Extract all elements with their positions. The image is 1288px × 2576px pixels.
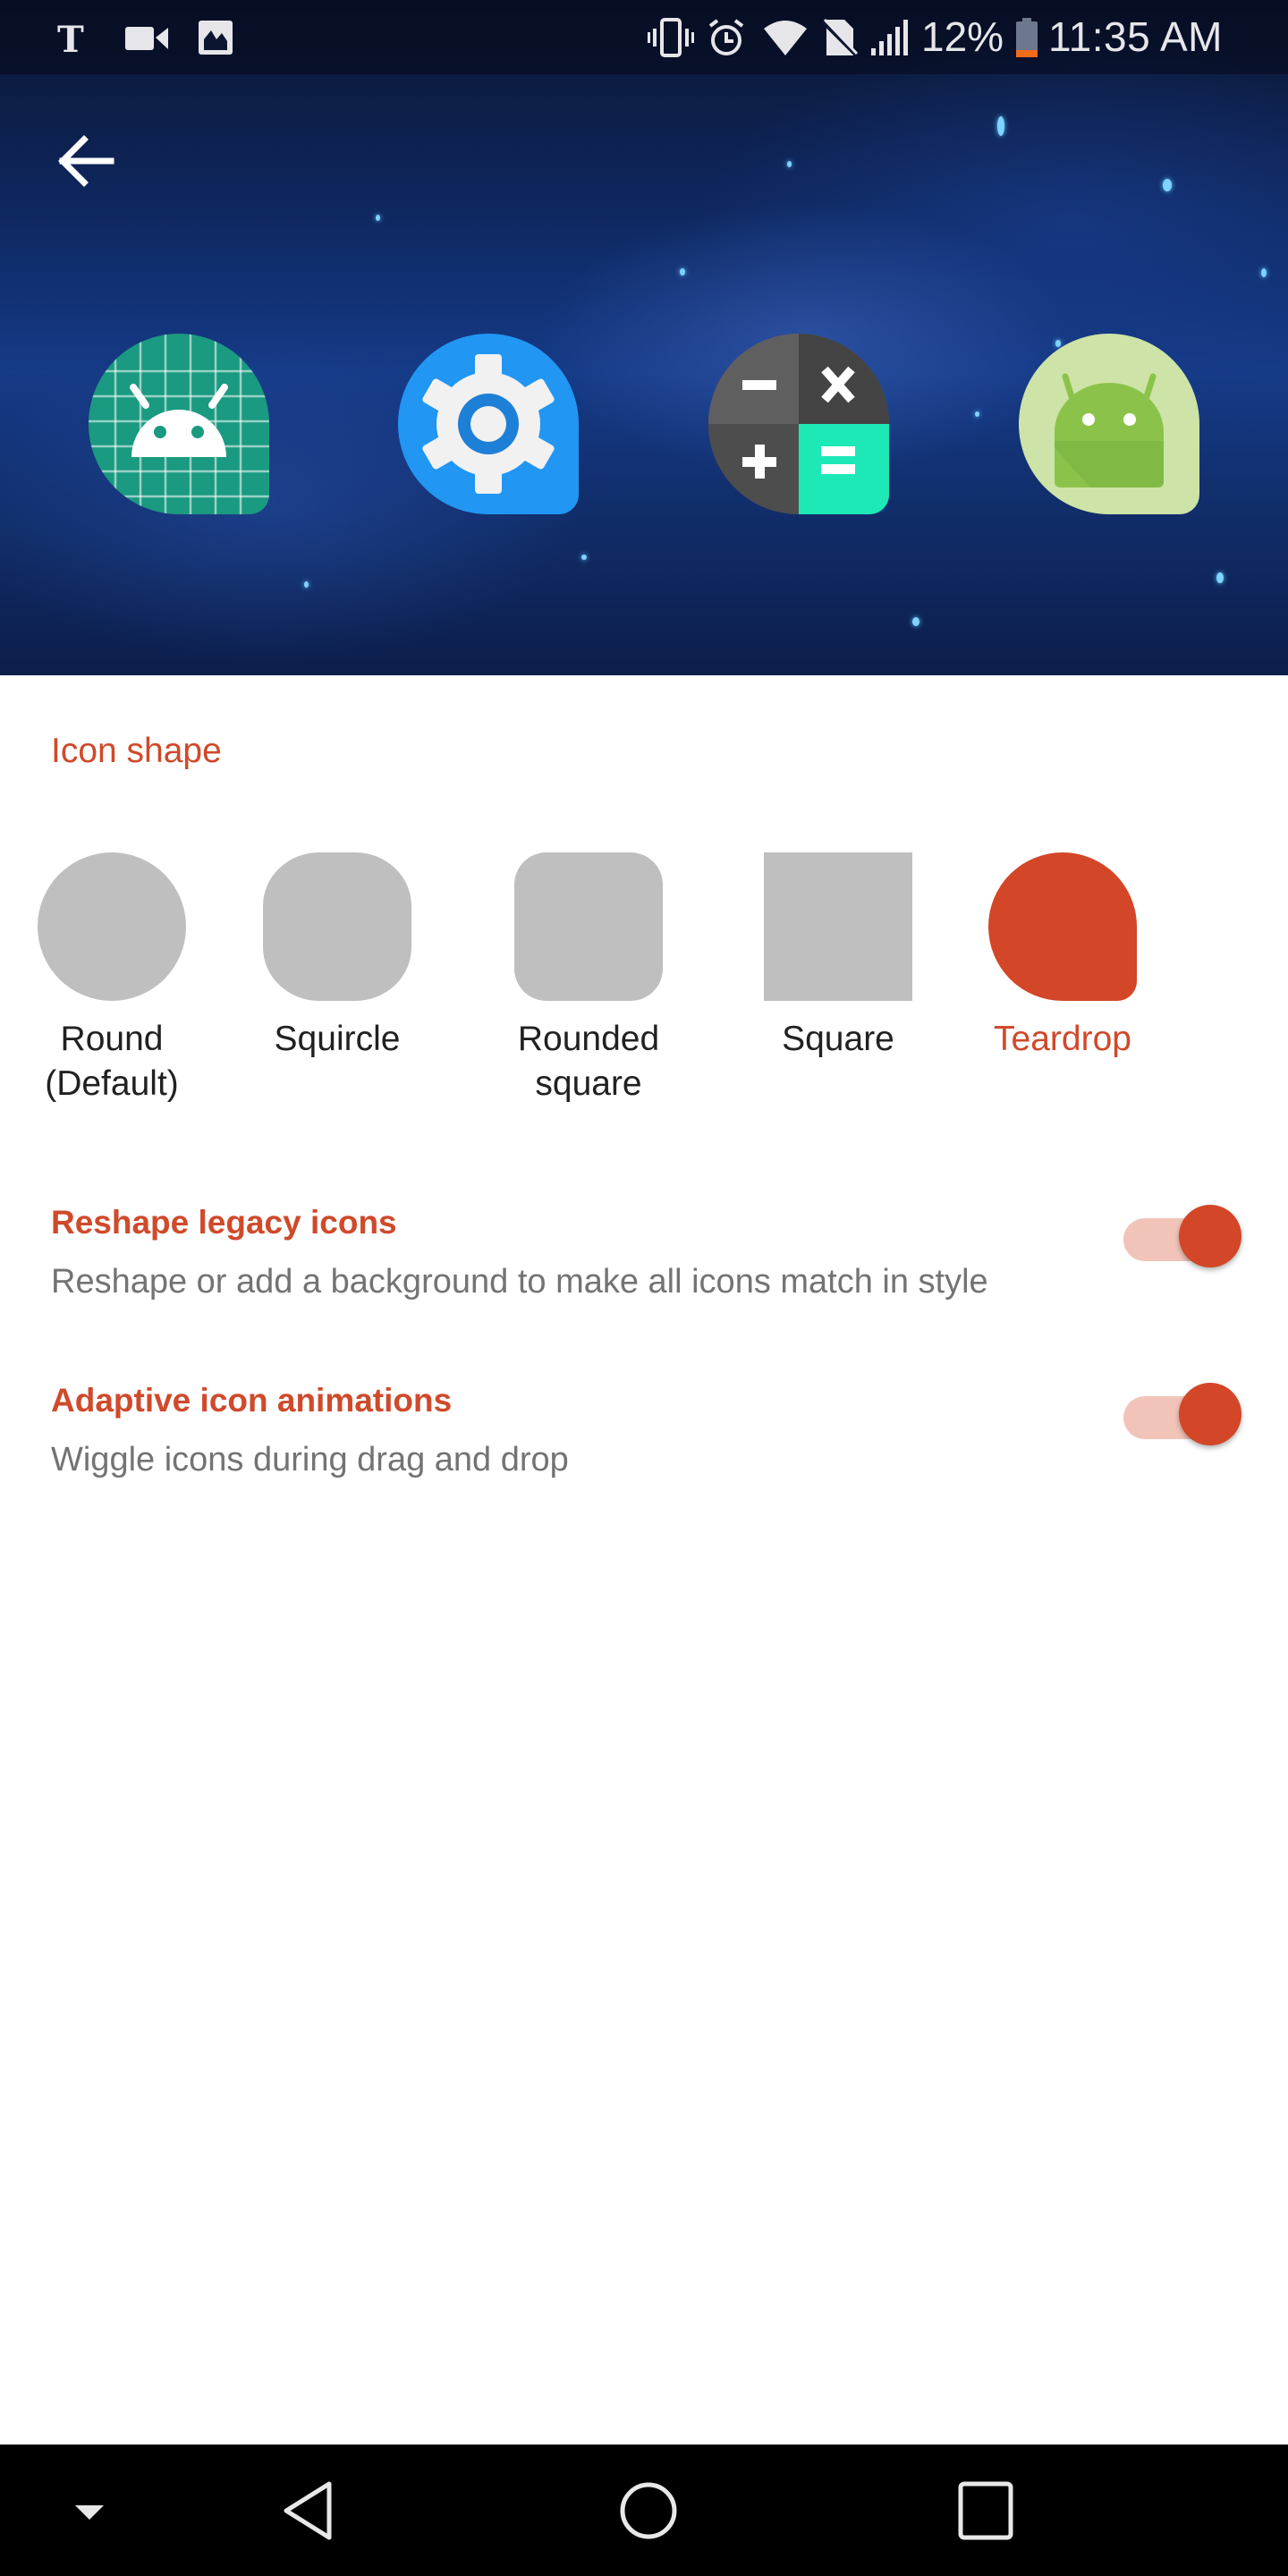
shape-option-square[interactable]: Square — [731, 852, 945, 1139]
setting-title: Adaptive icon animations — [51, 1382, 453, 1419]
back-button[interactable] — [55, 134, 118, 188]
shape-label: Square — [731, 1017, 945, 1062]
arrow-left-icon — [58, 135, 114, 187]
vibrate-icon — [648, 18, 694, 57]
shape-label-line1: Square — [782, 1020, 894, 1058]
status-bar: T 12% 11:35 AM — [0, 0, 1288, 74]
no-sim-icon — [821, 18, 859, 57]
image-icon — [199, 21, 233, 55]
shape-label: Round (Default) — [4, 1017, 219, 1106]
reshape-legacy-icons-toggle[interactable] — [1123, 1202, 1241, 1267]
star-decoration — [376, 215, 380, 221]
setting-reshape-legacy-icons[interactable]: Reshape legacy icons Reshape or add a ba… — [0, 1204, 1288, 1365]
square-shape-icon — [764, 852, 912, 1001]
nav-home-button[interactable] — [613, 2479, 684, 2543]
hide-nav-button[interactable] — [54, 2479, 125, 2543]
setting-subtitle: Wiggle icons during drag and drop — [51, 1441, 569, 1479]
shape-label: Teardrop — [955, 1017, 1170, 1062]
preview-icon-settings — [398, 334, 579, 514]
video-camera-icon — [125, 27, 168, 50]
rounded-square-shape-icon — [514, 852, 663, 1001]
navigation-bar — [0, 2445, 1288, 2576]
wifi-icon — [764, 21, 807, 55]
star-decoration — [912, 617, 919, 626]
star-decoration — [1261, 268, 1267, 277]
shape-label-line2: square — [535, 1064, 642, 1103]
preview-icon-android — [1019, 334, 1199, 514]
shape-label-line1: Teardrop — [994, 1020, 1131, 1058]
shape-label: Squircle — [230, 1017, 445, 1062]
nav-back-button[interactable] — [275, 2479, 347, 2543]
shape-label-line1: Squircle — [274, 1020, 401, 1058]
nav-recents-button[interactable] — [950, 2479, 1021, 2543]
teardrop-shape-icon — [988, 852, 1137, 1001]
nytimes-icon: T — [57, 19, 84, 57]
recents-square-icon — [958, 2481, 1013, 2540]
home-circle-icon — [620, 2482, 677, 2539]
shape-option-round[interactable]: Round (Default) — [4, 852, 219, 1139]
setting-title: Reshape legacy icons — [51, 1204, 397, 1241]
setting-subtitle: Reshape or add a background to make all … — [51, 1263, 988, 1301]
clock: 11:35 AM — [1048, 13, 1223, 60]
star-decoration — [787, 161, 792, 167]
shape-label: Rounded square — [481, 1017, 696, 1106]
preview-icon-calculator — [708, 334, 889, 514]
signal-icon — [871, 20, 908, 55]
svg-text:T: T — [57, 19, 84, 57]
preview-icon-android-dev — [89, 334, 269, 514]
shape-option-teardrop[interactable]: Teardrop — [955, 852, 1170, 1139]
android-robot-icon — [1055, 373, 1164, 487]
shape-label-line1: Round — [60, 1020, 164, 1058]
round-shape-icon — [38, 852, 186, 1001]
squircle-shape-icon — [263, 852, 411, 1001]
icon-shape-heading: Icon shape — [51, 732, 222, 770]
battery-percentage: 12% — [921, 13, 1004, 60]
star-decoration — [1055, 340, 1061, 347]
hide-nav-icon — [75, 2505, 104, 2520]
toggle-thumb — [1179, 1205, 1241, 1267]
gear-icon — [422, 354, 555, 494]
back-triangle-icon — [284, 2481, 332, 2540]
shape-label-line1: Rounded — [517, 1020, 660, 1058]
star-decoration — [680, 268, 685, 275]
adaptive-icon-animations-toggle[interactable] — [1123, 1380, 1241, 1445]
star-decoration — [1216, 572, 1224, 583]
alarm-icon — [708, 19, 744, 55]
star-decoration — [975, 411, 979, 417]
calculator-icon — [708, 334, 889, 514]
shape-option-squircle[interactable]: Squircle — [230, 852, 445, 1139]
setting-adaptive-icon-animations[interactable]: Adaptive icon animations Wiggle icons du… — [0, 1382, 1288, 1543]
star-decoration — [304, 581, 309, 588]
shape-option-rounded-square[interactable]: Rounded square — [481, 852, 696, 1139]
battery-icon — [1016, 18, 1038, 57]
star-decoration — [997, 116, 1004, 136]
toggle-thumb — [1179, 1383, 1241, 1445]
star-decoration — [581, 555, 587, 560]
shape-label-line2: (Default) — [45, 1064, 179, 1103]
android-grid-icon — [89, 334, 269, 514]
star-decoration — [1163, 179, 1172, 191]
